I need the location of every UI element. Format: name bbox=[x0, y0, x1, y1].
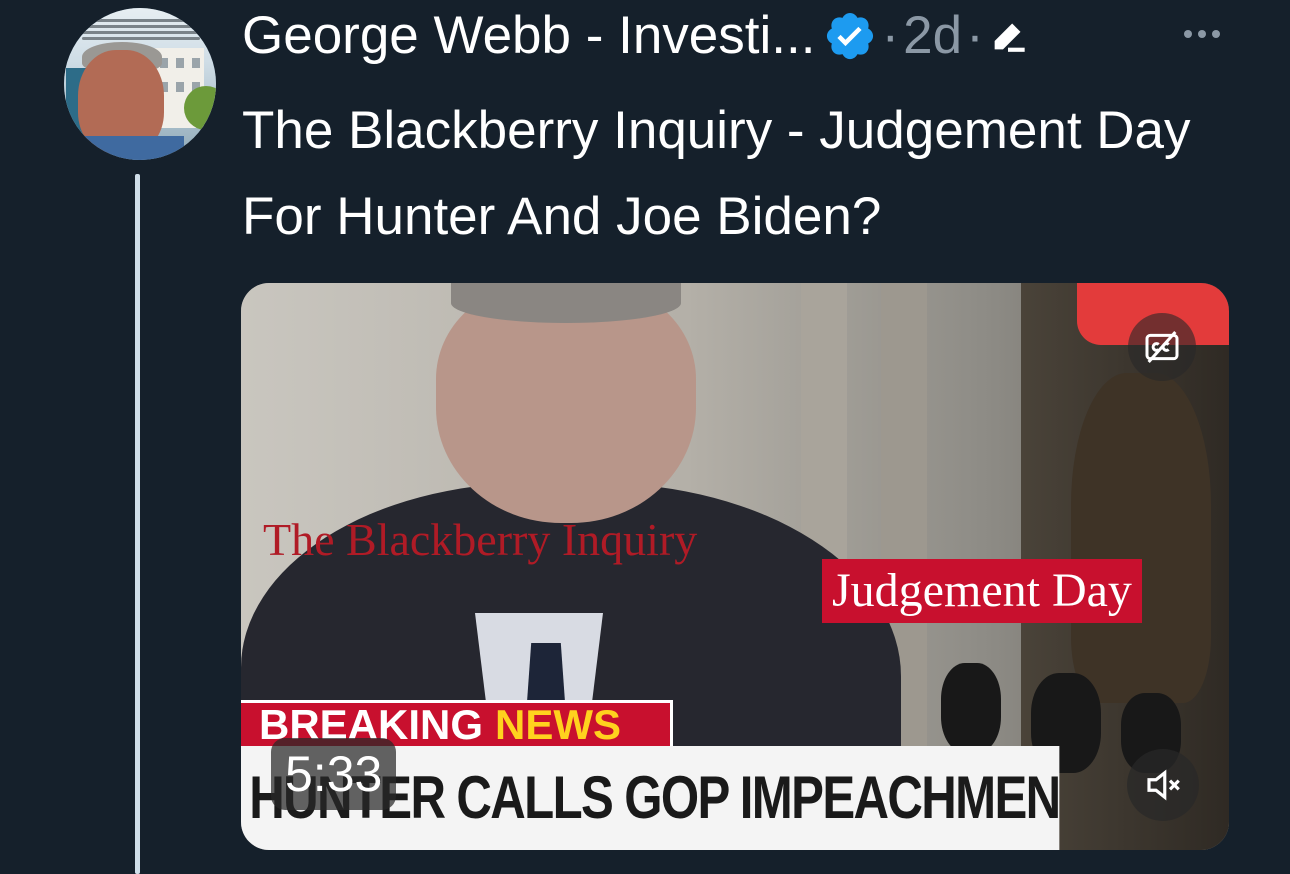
news-label: NEWS bbox=[495, 700, 622, 748]
tweet-header: George Webb - Investi... · 2d · bbox=[242, 6, 1028, 66]
verified-badge-icon[interactable] bbox=[823, 9, 877, 63]
avatar-shirt bbox=[64, 136, 184, 160]
microphone bbox=[941, 663, 1001, 753]
edited-pencil-icon[interactable] bbox=[988, 16, 1028, 56]
author-name[interactable]: George Webb - Investi... bbox=[242, 6, 815, 66]
video-player[interactable]: The Blackberry Inquiry Judgement Day BRE… bbox=[241, 283, 1229, 850]
volume-muted-icon[interactable] bbox=[1127, 749, 1199, 821]
captions-off-icon[interactable] bbox=[1128, 313, 1196, 381]
video-overlay-title: The Blackberry Inquiry bbox=[263, 514, 698, 565]
more-dots-icon[interactable] bbox=[1172, 14, 1232, 54]
tweet-text: The Blackberry Inquiry - Judgement Day F… bbox=[242, 101, 1191, 246]
timestamp[interactable]: 2d bbox=[903, 6, 962, 66]
avatar-caption-lines bbox=[82, 16, 200, 44]
separator-dot: · bbox=[881, 6, 900, 65]
thread-connector-line bbox=[135, 174, 140, 874]
author-avatar[interactable] bbox=[64, 8, 216, 160]
video-ornamental-urn bbox=[1071, 373, 1211, 703]
video-person-hair bbox=[451, 283, 681, 323]
video-overlay-tag: Judgement Day bbox=[822, 559, 1142, 623]
separator-dot: · bbox=[966, 6, 984, 65]
video-duration: 5:33 bbox=[271, 738, 397, 810]
